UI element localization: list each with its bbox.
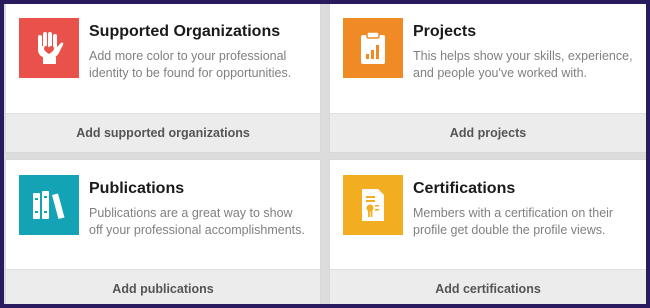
add-certifications-button[interactable]: Add certifications [330, 269, 646, 304]
books-icon [19, 175, 79, 235]
add-publications-button[interactable]: Add publications [6, 269, 320, 304]
profile-sections-grid: Supported Organizations Add more color t… [4, 4, 646, 304]
card-description: Add more color to your professional iden… [89, 49, 292, 80]
card-description: Members with a certification on their pr… [413, 206, 614, 237]
card-projects: Projects This helps show your skills, ex… [329, 4, 646, 153]
card-publications: Publications Publications are a great wa… [5, 159, 321, 304]
add-projects-button[interactable]: Add projects [330, 113, 646, 152]
card-title: Certifications [413, 180, 516, 197]
card-description: This helps show your skills, experience,… [413, 49, 633, 80]
card-title: Publications [89, 180, 185, 197]
card-title: Projects [413, 23, 477, 40]
card-supported-organizations: Supported Organizations Add more color t… [5, 4, 321, 153]
add-supported-organizations-button[interactable]: Add supported organizations [6, 113, 320, 152]
clipboard-chart-icon [343, 18, 403, 78]
card-title: Supported Organizations [89, 23, 281, 40]
card-description: Publications are a great way to show off… [89, 206, 305, 237]
heart-hand-icon [19, 18, 79, 78]
card-certifications: Certifications Members with a certificat… [329, 159, 646, 304]
certificate-icon [343, 175, 403, 235]
